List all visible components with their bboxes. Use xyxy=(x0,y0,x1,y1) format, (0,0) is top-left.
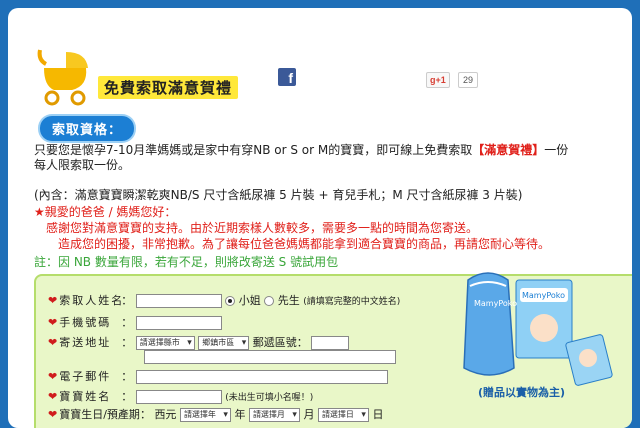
name-input[interactable] xyxy=(135,294,222,308)
mr-label: 先生 xyxy=(277,294,300,307)
baby-name-label: 寶寶姓名 xyxy=(59,390,112,403)
gplus-count: 29 xyxy=(458,72,479,88)
address-input[interactable] xyxy=(144,350,396,364)
district-select[interactable]: 鄉鎮市區 xyxy=(198,336,250,350)
qualification-line1b: 一份 xyxy=(544,143,569,157)
month-select[interactable]: 請選擇月 xyxy=(248,408,300,422)
mr-radio[interactable] xyxy=(264,296,275,306)
product-brand: MamyPoko xyxy=(474,299,517,308)
baby-name-hint: (未出生可填小名喔！) xyxy=(225,393,314,403)
zip-label: 郵遞區號： xyxy=(252,336,308,349)
day-unit: 日 xyxy=(372,408,384,421)
phone-row: ❤ 手機號碼： xyxy=(48,314,222,330)
email-row: ❤ 電子郵件： xyxy=(48,368,388,384)
notice-note: 註：因 NB 數量有限，若有不足，則將改寄送 S 號試用包 xyxy=(34,255,339,269)
miss-radio[interactable] xyxy=(225,296,236,306)
main-panel: 免費索取滿意賀禮 f g+1 29 索取資格： 只要您是懷孕7-10月準媽媽或是… xyxy=(8,8,632,428)
gift-highlight: 【滿意賀禮】 xyxy=(472,143,545,157)
page-header: 免費索取滿意賀禮 f g+1 29 xyxy=(36,46,596,110)
name-hint: (請填寫完整的中文姓名) xyxy=(303,297,401,307)
heart-icon: ❤ xyxy=(48,316,58,329)
gift-note: (贈品以實物為主) xyxy=(478,386,566,399)
page-title: 免費索取滿意賀禮 xyxy=(98,76,239,99)
product-brand-box: MamyPoko xyxy=(522,291,565,300)
month-unit: 月 xyxy=(303,408,315,421)
stroller-icon xyxy=(37,49,88,106)
qualification-line2: 每人限索取一份。 xyxy=(34,158,131,172)
zip-input[interactable] xyxy=(311,336,350,350)
baby-name-row: ❤ 寶寶姓名： (未出生可填小名喔！) xyxy=(48,390,314,404)
qualification-tag: 索取資格： xyxy=(40,116,135,141)
product-image: MamyPoko MamyPoko xyxy=(463,272,613,386)
qualification-text: 只要您是懷孕7-10月準媽媽或是家中有穿NB or S or M的寶寶，即可線上… xyxy=(34,143,619,173)
heart-icon: ❤ xyxy=(48,294,58,307)
gplus-label: +1 xyxy=(435,75,446,85)
heart-icon: ❤ xyxy=(48,408,58,421)
heart-icon: ❤ xyxy=(48,390,58,403)
birth-label: 寶寶生日/預產期 xyxy=(59,408,140,421)
birth-row: ❤寶寶生日/預產期： 西元 請選擇年 年 請選擇月 月 請選擇日 日 xyxy=(48,406,383,422)
name-row: ❤ 索取人姓名： 小姐 先生 (請填寫完整的中文姓名) xyxy=(48,294,401,308)
year-unit: 年 xyxy=(234,408,246,421)
qualification-contents: (內含：滿意寶寶瞬潔乾爽NB/S 尺寸含紙尿褲 5 片裝 + 育兒手札；M 尺寸… xyxy=(34,188,523,202)
baby-name-input[interactable] xyxy=(135,390,222,404)
miss-label: 小姐 xyxy=(238,294,261,307)
email-input[interactable] xyxy=(135,370,388,384)
heart-icon: ❤ xyxy=(48,370,58,383)
city-select[interactable]: 請選擇縣市 xyxy=(135,336,195,350)
phone-input[interactable] xyxy=(135,316,222,330)
google-plus-button[interactable]: g+1 xyxy=(426,72,450,88)
email-label: 電子郵件 xyxy=(59,370,112,383)
notice-line1: 感謝您對滿意寶寶的支持。由於近期索樣人數較多，需要多一點的時間為您寄送。 xyxy=(46,221,479,235)
name-label: 索取人姓名 xyxy=(59,294,125,307)
qualification-line1a: 只要您是懷孕7-10月準媽媽或是家中有穿NB or S or M的寶寶，即可線上… xyxy=(34,143,473,157)
facebook-icon[interactable]: f xyxy=(278,68,296,86)
address-row: ❤寄送地址： 請選擇縣市 鄉鎮市區 郵遞區號： xyxy=(48,334,350,350)
address-label: 寄送地址 xyxy=(59,336,112,349)
phone-label: 手機號碼 xyxy=(59,316,112,329)
address-line-row xyxy=(144,350,396,364)
heart-icon: ❤ xyxy=(48,336,58,349)
day-select[interactable]: 請選擇日 xyxy=(317,408,369,422)
notice-line2: 造成您的困擾，非常抱歉。為了讓每位爸爸媽媽都能拿到適合寶寶的商品，再請您耐心等待… xyxy=(58,237,551,251)
year-select[interactable]: 請選擇年 xyxy=(179,408,231,422)
notice-greeting: ★親愛的爸爸 / 媽媽您好： xyxy=(34,205,177,219)
era-label: 西元 xyxy=(154,408,177,421)
